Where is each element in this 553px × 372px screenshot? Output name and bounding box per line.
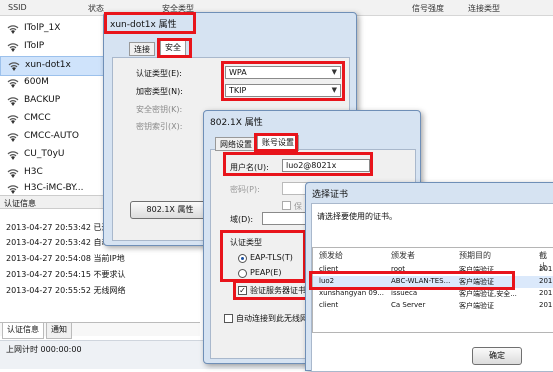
col-conn-type[interactable]: 连接类型 <box>468 3 500 14</box>
log-time: 2013-04-27 20:54:15 <box>6 270 91 279</box>
network-item[interactable]: ITolP_1X <box>0 20 120 38</box>
col-issued-to[interactable]: 颁发给 <box>319 250 343 261</box>
wifi-signal-icon <box>7 151 19 160</box>
auto-connect-checkbox[interactable] <box>224 314 233 323</box>
network-item[interactable]: IToIP <box>0 38 120 56</box>
table-row[interactable]: client Ca Server 客户端验证 201 <box>313 300 553 312</box>
network-item[interactable]: CMCC-AUTO <box>0 128 120 146</box>
log-tabs: 认证信息 通知 <box>0 322 200 339</box>
wifi-signal-icon <box>7 25 19 34</box>
log-time: 2013-04-27 20:53:42 <box>6 238 91 247</box>
network-name: IToIP <box>24 41 45 51</box>
dot1x-properties-button[interactable]: 802.1X 属性 <box>130 201 210 219</box>
tab-connection[interactable]: 连接 <box>129 42 155 56</box>
network-name: BACKUP <box>24 95 61 105</box>
cert-issuer: issueca <box>391 289 418 297</box>
network-item[interactable]: 600M <box>0 74 120 92</box>
network-name: ITolP_1X <box>24 23 61 33</box>
save-password-label: 保 <box>294 202 302 211</box>
highlight-account-tab <box>254 133 298 152</box>
network-name: CMCC-AUTO <box>24 131 79 141</box>
tab-auth-info[interactable]: 认证信息 <box>2 323 44 339</box>
col-purpose[interactable]: 预期目的 <box>459 250 491 261</box>
cert-prompt: 请选择要使用的证书。 <box>317 212 397 221</box>
wifi-signal-icon <box>7 97 19 106</box>
highlight-auth-enc <box>221 61 345 101</box>
ok-button[interactable]: 确定 <box>472 347 522 365</box>
col-ssid[interactable]: SSID <box>8 3 27 12</box>
network-name: CU_T0yU <box>24 149 65 159</box>
key-index-label: 密钥索引(X): <box>136 122 183 131</box>
domain-label: 域(D): <box>230 215 254 224</box>
network-name: xun-dot1x <box>25 60 71 70</box>
enc-type-label: 加密类型(N): <box>136 87 183 96</box>
network-name: CMCC <box>24 113 51 123</box>
cert-purpose: 客户端验证,安全... <box>459 290 517 298</box>
highlight-title <box>104 12 196 34</box>
tab-notice[interactable]: 通知 <box>46 323 72 339</box>
auto-connect-label: 自动连接到此无线网 <box>236 314 308 323</box>
save-password-checkbox[interactable] <box>282 201 291 210</box>
cert-expiry: 201 <box>539 289 553 297</box>
cert-expiry: 201 <box>539 265 553 273</box>
highlight-verify-cert <box>233 280 313 300</box>
cert-issuer: Ca Server <box>391 301 426 309</box>
highlight-selected-cert <box>309 271 515 290</box>
wifi-signal-icon <box>8 62 20 71</box>
network-name: 600M <box>24 77 49 87</box>
password-label: 密码(P): <box>230 185 260 194</box>
log-message: 当前IP地 <box>93 254 125 263</box>
log-time: 2013-04-27 20:55:52 <box>6 286 91 295</box>
wifi-signal-icon <box>7 169 19 178</box>
network-name: H3C <box>24 167 43 177</box>
cert-expiry: 201 <box>539 277 553 285</box>
cert-purpose: 客户端验证 <box>459 302 494 310</box>
highlight-security-tab <box>157 38 192 58</box>
cert-issued-to: xunshangyan 09... <box>319 289 384 297</box>
network-item[interactable]: BACKUP <box>0 92 120 110</box>
cert-expiry: 201 <box>539 301 553 309</box>
network-item[interactable]: CMCC <box>0 110 120 128</box>
log-time: 2013-04-27 20:53:42 <box>6 223 91 232</box>
cert-issued-to: client <box>319 301 339 309</box>
col-state[interactable]: 状态 <box>88 3 104 14</box>
highlight-username <box>223 152 373 176</box>
network-item[interactable]: CU_T0yU <box>0 146 120 164</box>
log-line: 2013-04-27 20:54:15 不要求认 <box>6 269 126 280</box>
wifi-signal-icon <box>7 43 19 52</box>
log-message: 不要求认 <box>93 270 126 279</box>
dialog-title: 802.1X 属性 <box>210 118 263 128</box>
wifi-signal-icon <box>7 185 19 194</box>
wifi-signal-icon <box>7 115 19 124</box>
wifi-signal-icon <box>7 133 19 142</box>
security-key-label: 安全密钥(K): <box>136 105 183 114</box>
status-text: 上网计时 000:00:00 <box>6 345 82 354</box>
dialog-title: 选择证书 <box>312 190 349 200</box>
certificate-list: 颁发给 颁发者 预期目的 截止 client root 客户端验证 201 lu… <box>312 247 553 333</box>
col-issuer[interactable]: 颁发者 <box>391 250 415 261</box>
log-line: 2013-04-27 20:55:52 无线网络 <box>6 285 126 296</box>
log-message: 无线网络 <box>93 286 126 295</box>
log-time: 2013-04-27 20:54:08 <box>6 254 91 263</box>
highlight-auth-type <box>220 230 306 282</box>
wifi-signal-icon <box>7 79 19 88</box>
log-panel-title: 认证信息 <box>0 195 120 209</box>
auth-type-label: 认证类型(E): <box>136 69 182 78</box>
log-line: 2013-04-27 20:54:08 当前IP地 <box>6 253 125 264</box>
tab-network-settings[interactable]: 网络设置 <box>215 137 257 151</box>
col-signal[interactable]: 信号强度 <box>412 3 444 14</box>
